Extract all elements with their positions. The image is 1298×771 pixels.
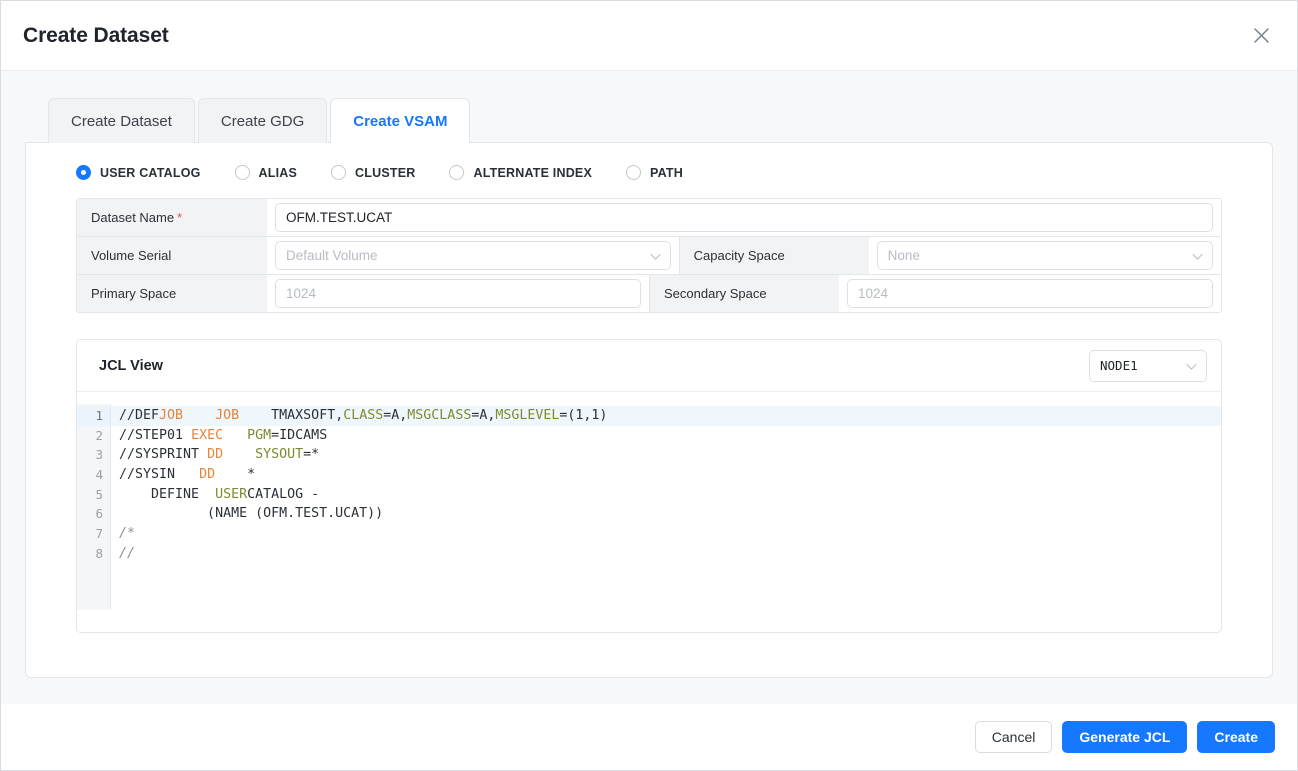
dataset-name-input[interactable] bbox=[275, 203, 1213, 232]
capacity-space-select[interactable]: None bbox=[877, 241, 1213, 270]
jcl-line-number: 5 bbox=[77, 485, 110, 505]
volume-serial-select[interactable]: Default Volume bbox=[275, 241, 671, 270]
field-capacity-space: None bbox=[869, 237, 1221, 274]
dialog-footer: Cancel Generate JCL Create bbox=[1, 704, 1297, 770]
jcl-code-line: DEFINE USERCATALOG - bbox=[111, 485, 1221, 505]
field-secondary-space bbox=[839, 275, 1221, 312]
radio-user-catalog[interactable]: USER CATALOG bbox=[76, 165, 201, 180]
label-dataset-name: Dataset Name * bbox=[77, 199, 267, 236]
secondary-space-input[interactable] bbox=[847, 279, 1213, 308]
form-row-primary-secondary: Primary Space Secondary Space bbox=[77, 274, 1221, 312]
jcl-line-number: 2 bbox=[77, 426, 110, 446]
chevron-down-icon bbox=[650, 248, 661, 263]
radio-mark-icon bbox=[449, 165, 464, 180]
jcl-view-title: JCL View bbox=[99, 358, 163, 374]
jcl-line-number: 8 bbox=[77, 544, 110, 564]
jcl-code-area[interactable]: 12345678 //DEFJOB JOB TMAXSOFT,CLASS=A,M… bbox=[77, 392, 1221, 632]
node-select-value: NODE1 bbox=[1100, 358, 1138, 373]
jcl-view-header: JCL View NODE1 bbox=[77, 340, 1221, 392]
jcl-code-line: //SYSIN DD * bbox=[111, 465, 1221, 485]
form-row-volume-capacity: Volume Serial Default Volume Capacity Sp… bbox=[77, 236, 1221, 274]
radio-label: PATH bbox=[650, 166, 683, 180]
jcl-code-lines[interactable]: //DEFJOB JOB TMAXSOFT,CLASS=A,MSGCLASS=A… bbox=[111, 404, 1221, 632]
radio-label: ALTERNATE INDEX bbox=[473, 166, 592, 180]
tab-create-gdg[interactable]: Create GDG bbox=[198, 98, 327, 143]
node-select[interactable]: NODE1 bbox=[1089, 350, 1207, 382]
field-dataset-name bbox=[267, 199, 1221, 236]
vsam-type-radio-group: USER CATALOG ALIAS CLUSTER ALTERNATE IND… bbox=[26, 143, 1272, 198]
radio-cluster[interactable]: CLUSTER bbox=[331, 165, 415, 180]
close-icon[interactable] bbox=[1243, 17, 1279, 53]
label-volume-serial: Volume Serial bbox=[77, 237, 267, 274]
tab-bar: Create Dataset Create GDG Create VSAM bbox=[48, 95, 1273, 143]
radio-label: CLUSTER bbox=[355, 166, 415, 180]
field-primary-space bbox=[267, 275, 649, 312]
jcl-code-line: //SYSPRINT DD SYSOUT=* bbox=[111, 445, 1221, 465]
jcl-code-line: //STEP01 EXEC PGM=IDCAMS bbox=[111, 426, 1221, 446]
create-button[interactable]: Create bbox=[1197, 721, 1275, 753]
volume-serial-value: Default Volume bbox=[286, 248, 378, 263]
label-secondary-space: Secondary Space bbox=[649, 275, 839, 312]
jcl-view-card: JCL View NODE1 12345678 //DEFJOB JOB TMA… bbox=[76, 339, 1222, 633]
jcl-line-number-gutter: 12345678 bbox=[77, 404, 111, 610]
label-primary-space: Primary Space bbox=[77, 275, 267, 312]
radio-label: USER CATALOG bbox=[100, 166, 201, 180]
create-dataset-dialog: Create Dataset Create Dataset Create GDG… bbox=[0, 0, 1298, 771]
vsam-panel: USER CATALOG ALIAS CLUSTER ALTERNATE IND… bbox=[25, 142, 1273, 678]
capacity-space-value: None bbox=[888, 248, 920, 263]
jcl-line-number: 6 bbox=[77, 504, 110, 524]
jcl-line-number: 7 bbox=[77, 524, 110, 544]
radio-mark-icon bbox=[235, 165, 250, 180]
radio-mark-icon bbox=[626, 165, 641, 180]
radio-path[interactable]: PATH bbox=[626, 165, 683, 180]
radio-alias[interactable]: ALIAS bbox=[235, 165, 298, 180]
tab-create-dataset[interactable]: Create Dataset bbox=[48, 98, 195, 143]
chevron-down-icon bbox=[1186, 358, 1197, 373]
cancel-button[interactable]: Cancel bbox=[975, 721, 1053, 753]
chevron-down-icon bbox=[1192, 248, 1203, 263]
generate-jcl-button[interactable]: Generate JCL bbox=[1062, 721, 1187, 753]
dialog-body: Create Dataset Create GDG Create VSAM US… bbox=[1, 70, 1297, 704]
dialog-header: Create Dataset bbox=[1, 1, 1297, 70]
jcl-code-line: /* bbox=[111, 524, 1221, 544]
radio-alternate-index[interactable]: ALTERNATE INDEX bbox=[449, 165, 592, 180]
jcl-line-number: 3 bbox=[77, 445, 110, 465]
radio-mark-icon bbox=[331, 165, 346, 180]
primary-space-input[interactable] bbox=[275, 279, 641, 308]
page-title: Create Dataset bbox=[23, 24, 169, 48]
form-row-dataset-name: Dataset Name * bbox=[77, 199, 1221, 236]
jcl-line-number: 4 bbox=[77, 465, 110, 485]
radio-label: ALIAS bbox=[259, 166, 298, 180]
field-volume-serial: Default Volume bbox=[267, 237, 679, 274]
required-asterisk: * bbox=[177, 210, 182, 225]
vsam-form-table: Dataset Name * Volume Serial Default Vol… bbox=[76, 198, 1222, 313]
tab-create-vsam[interactable]: Create VSAM bbox=[330, 98, 470, 143]
jcl-code-line: //DEFJOB JOB TMAXSOFT,CLASS=A,MSGCLASS=A… bbox=[111, 406, 1221, 426]
radio-mark-icon bbox=[76, 165, 91, 180]
label-capacity-space: Capacity Space bbox=[679, 237, 869, 274]
jcl-line-number: 1 bbox=[77, 406, 110, 426]
jcl-code-line: (NAME (OFM.TEST.UCAT)) bbox=[111, 504, 1221, 524]
label-text: Dataset Name bbox=[91, 210, 174, 225]
jcl-code-line: // bbox=[111, 544, 1221, 564]
